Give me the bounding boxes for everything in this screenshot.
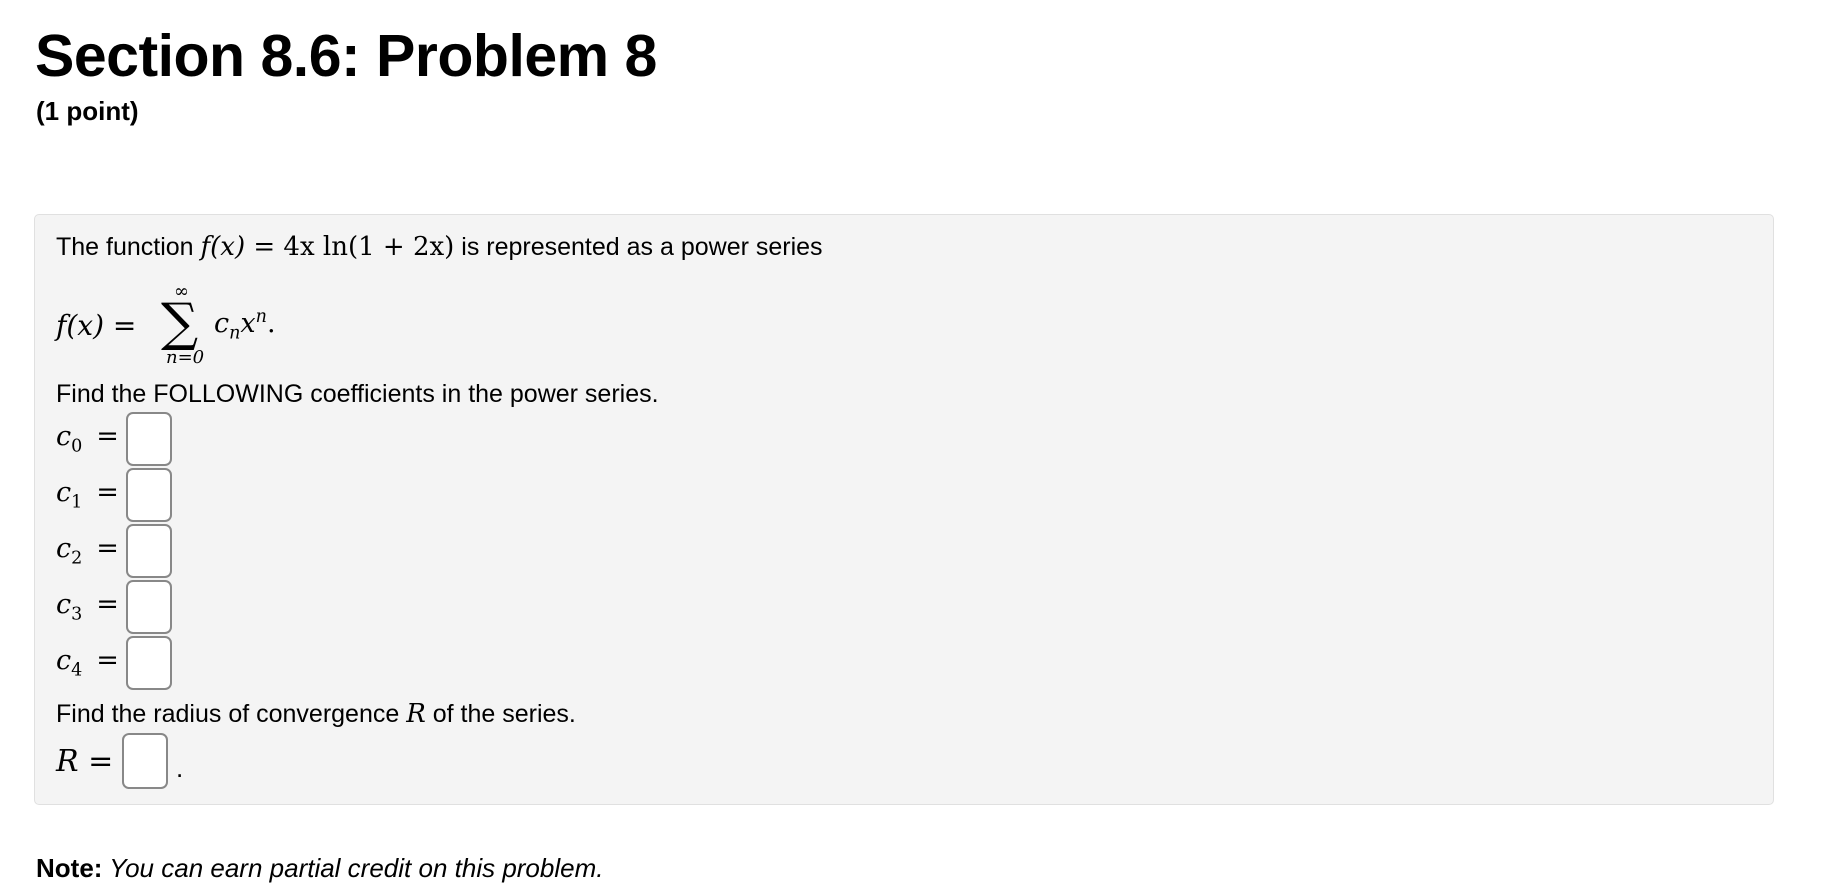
coefficient-row: c1 = xyxy=(56,468,172,522)
coefficient-label: c4 = xyxy=(56,645,126,680)
equals-sign: = xyxy=(96,421,119,453)
coefficient-index: 4 xyxy=(71,660,83,681)
coefficient-input-c4[interactable] xyxy=(126,636,172,690)
term-sub: n xyxy=(229,323,241,344)
points-label: (1 point) xyxy=(36,96,139,126)
coefficient-label: c1 = xyxy=(56,477,126,512)
page-title: Section 8.6: Problem 8 xyxy=(35,23,657,89)
coefficient-row: c2 = xyxy=(56,524,172,578)
coefficient-symbol: c xyxy=(56,421,72,453)
coefficient-input-c3[interactable] xyxy=(126,580,172,634)
radius-symbol: R xyxy=(406,699,426,729)
term-var: x xyxy=(240,308,256,339)
radius-row: R = . xyxy=(56,733,183,789)
power-series-formula: f(x) = ∞ ∑ n=0 cnxn. xyxy=(56,277,356,372)
problem-intro: The function f(x) = 4x ln(1 + 2x) is rep… xyxy=(56,232,823,262)
coefficient-input-c0[interactable] xyxy=(126,412,172,466)
coefficient-index: 1 xyxy=(71,492,83,513)
intro-prefix: The function xyxy=(56,233,201,261)
coefficient-prompt: Find the FOLLOWING coefficients in the p… xyxy=(56,380,659,408)
radius-period: . xyxy=(176,752,184,783)
coefficient-index: 0 xyxy=(71,436,83,457)
coefficient-row: c4 = xyxy=(56,636,172,690)
coefficient-row: c3 = xyxy=(56,580,172,634)
equals-sign: = xyxy=(96,589,119,621)
equals-sign: = xyxy=(96,645,119,677)
term-base: c xyxy=(214,308,230,339)
radius-input[interactable] xyxy=(122,733,168,789)
series-term: cnxn. xyxy=(214,307,276,343)
function-rhs: 4x ln(1 + 2x) xyxy=(283,232,455,262)
coefficient-index: 2 xyxy=(71,548,83,569)
function-lhs: f(x) = xyxy=(200,232,284,262)
equals-sign: = xyxy=(96,533,119,565)
coefficient-label: c2 = xyxy=(56,533,126,568)
series-lhs: f(x) = xyxy=(56,309,137,342)
coefficient-symbol: c xyxy=(56,477,72,509)
radius-prompt: Find the radius of convergence R of the … xyxy=(56,699,576,729)
note-text: You can earn partial credit on this prob… xyxy=(102,853,604,883)
coefficient-label: c0 = xyxy=(56,421,126,456)
note: Note: You can earn partial credit on thi… xyxy=(36,853,603,883)
problem-box: The function f(x) = 4x ln(1 + 2x) is rep… xyxy=(34,214,1774,805)
sum-lower-limit: n=0 xyxy=(166,347,205,368)
note-label: Note: xyxy=(36,853,103,883)
radius-label: R = xyxy=(56,743,114,779)
radius-prompt-suffix: of the series. xyxy=(425,700,576,728)
radius-prompt-prefix: Find the radius of convergence xyxy=(56,700,407,728)
term-end: . xyxy=(266,308,276,339)
sum-symbol: ∑ xyxy=(161,293,199,353)
coefficient-symbol: c xyxy=(56,589,72,621)
coefficient-input-c2[interactable] xyxy=(126,524,172,578)
coefficient-symbol: c xyxy=(56,645,72,677)
coefficient-row: c0 = xyxy=(56,412,172,466)
coefficient-input-c1[interactable] xyxy=(126,468,172,522)
intro-suffix: is represented as a power series xyxy=(454,233,823,261)
coefficient-label: c3 = xyxy=(56,589,126,624)
coefficient-index: 3 xyxy=(71,604,83,625)
equals-sign: = xyxy=(96,477,119,509)
coefficient-symbol: c xyxy=(56,533,72,565)
term-sup: n xyxy=(255,307,267,327)
